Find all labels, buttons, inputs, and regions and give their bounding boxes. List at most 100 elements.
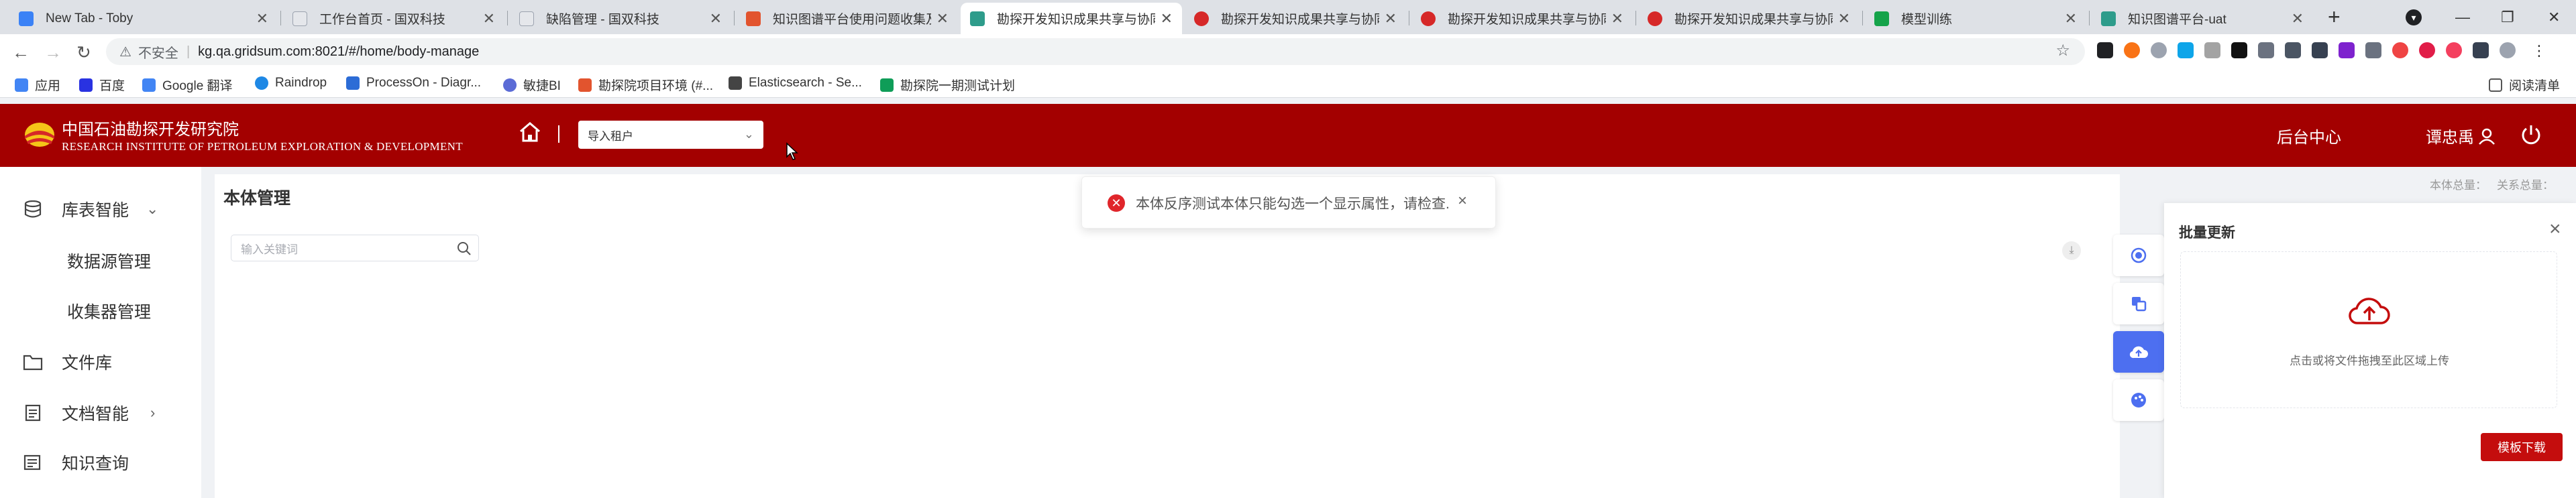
browser-tab[interactable]: New Tab - Toby ✕	[9, 3, 278, 34]
reload-icon[interactable]: ↻	[76, 42, 91, 63]
cnpc-favicon-icon	[1194, 11, 1209, 26]
bookmark-star-icon[interactable]: ☆	[2055, 41, 2070, 60]
bookmark-item[interactable]: Elasticsearch - Se...	[729, 76, 862, 90]
extension-icon[interactable]	[2124, 42, 2140, 58]
tab-divider	[1862, 11, 1863, 25]
copy-tool-button[interactable]	[2113, 283, 2164, 324]
extension-icon[interactable]	[2312, 42, 2328, 58]
bookmark-item[interactable]: Google 翻译	[142, 76, 233, 94]
browser-tab-active[interactable]: 勘探开发知识成果共享与协同... ✕	[961, 3, 1182, 34]
browser-tab[interactable]: 勘探开发知识成果共享与协同... ✕	[1185, 3, 1406, 34]
browser-tab[interactable]: 模型训练 ✕	[1865, 3, 2086, 34]
close-icon[interactable]: ×	[2549, 218, 2561, 241]
extension-icon[interactable]	[2097, 42, 2113, 58]
batch-update-panel: 批量更新 × 点击或将文件拖拽至此区域上传 模板下载	[2164, 203, 2576, 498]
extension-icon[interactable]	[2419, 42, 2435, 58]
close-tab-icon[interactable]: ✕	[936, 10, 949, 27]
tab-favicon-icon	[292, 11, 307, 26]
target-tool-button[interactable]	[2113, 235, 2164, 276]
close-tab-icon[interactable]: ✕	[1838, 10, 1850, 27]
browser-tab[interactable]: 勘探开发知识成果共享与协同... ✕	[1411, 3, 1633, 34]
puzzle-extensions-icon[interactable]	[2473, 42, 2489, 58]
close-tab-icon[interactable]: ✕	[256, 10, 268, 27]
bookmark-label: 敏捷BI	[523, 79, 561, 93]
tenant-select[interactable]: 导入租户 ⌄	[578, 121, 763, 149]
tab-divider	[280, 11, 281, 25]
bookmark-item[interactable]: 百度	[79, 76, 125, 94]
close-tab-icon[interactable]: ✕	[483, 10, 495, 27]
tab-search-icon[interactable]: ▾	[2406, 0, 2422, 34]
sidebar-item-datasource[interactable]: 数据源管理	[0, 241, 201, 281]
close-tab-icon[interactable]: ✕	[1385, 10, 1397, 27]
bookmark-item[interactable]: 勘探院项目环境 (#...	[578, 76, 713, 94]
sidebar-item-knowledge-query[interactable]: 知识查询	[0, 442, 201, 483]
tab-title: 知识图谱平台使用问题收集及...	[773, 13, 931, 27]
apps-grid-icon	[15, 78, 28, 92]
bi-icon	[503, 78, 517, 92]
search-input[interactable]: 输入关键词	[231, 235, 479, 261]
reading-list-icon	[2489, 78, 2502, 92]
forward-icon[interactable]: →	[44, 42, 62, 63]
tab-divider	[507, 11, 508, 25]
back-icon[interactable]: ←	[12, 42, 30, 63]
sidebar-item-table-intelligence[interactable]: 库表智能 ⌄	[0, 189, 201, 229]
notion-extension-icon[interactable]	[2231, 42, 2247, 58]
close-tab-icon[interactable]: ✕	[1161, 10, 1173, 27]
address-bar[interactable]: ⚠ 不安全 | kg.qa.gridsum.com:8021/#/home/bo…	[106, 38, 2085, 65]
tab-title: 勘探开发知识成果共享与协同...	[997, 13, 1155, 27]
close-tab-icon[interactable]: ✕	[2292, 10, 2304, 27]
document-icon	[25, 404, 41, 422]
sidebar-item-collector[interactable]: 收集器管理	[0, 291, 201, 331]
extension-icon[interactable]	[2258, 42, 2274, 58]
profile-avatar-icon[interactable]	[2500, 42, 2516, 58]
browser-tab[interactable]: 勘探开发知识成果共享与协同... ✕	[1638, 3, 1860, 34]
not-secure-icon: ⚠	[119, 44, 131, 60]
user-menu[interactable]: 谭忠禹	[2426, 124, 2496, 147]
palette-tool-button[interactable]	[2113, 379, 2164, 421]
extension-icon[interactable]	[2365, 42, 2381, 58]
browser-menu-icon[interactable]: ⋮	[2532, 42, 2548, 59]
extension-icon[interactable]	[2151, 42, 2167, 58]
close-tab-icon[interactable]: ✕	[710, 10, 722, 27]
bookmark-label: Elasticsearch - Se...	[749, 76, 862, 90]
home-icon[interactable]	[518, 120, 542, 144]
close-icon[interactable]: ×	[1458, 192, 1467, 210]
restore-icon[interactable]: ❐	[2501, 0, 2514, 34]
browser-tab[interactable]: 工作台首页 - 国双科技 ✕	[283, 3, 504, 34]
extension-icon[interactable]	[2204, 42, 2220, 58]
ontology-count-label: 本体总量：	[2430, 179, 2487, 192]
window-close-icon[interactable]: ✕	[2548, 0, 2560, 34]
tab-title: 知识图谱平台-uat	[2128, 13, 2226, 27]
bookmark-item[interactable]: 勘探院一期测试计划	[880, 76, 1015, 94]
extension-icon[interactable]	[2446, 42, 2462, 58]
new-tab-button[interactable]: +	[2328, 0, 2341, 34]
template-download-button[interactable]: 模板下载	[2481, 433, 2563, 461]
minimize-icon[interactable]: —	[2455, 0, 2470, 34]
chevron-down-icon: ⌄	[146, 200, 159, 217]
download-icon[interactable]: ⤓	[2062, 241, 2081, 260]
sidebar-item-file-library[interactable]: 文件库	[0, 342, 201, 382]
cloud-extension-icon[interactable]	[2285, 42, 2301, 58]
bookmark-item[interactable]: ProcessOn - Diagr...	[346, 76, 481, 90]
bookmark-item[interactable]: Raindrop	[255, 76, 327, 90]
cloud-upload-tool-button[interactable]	[2113, 331, 2164, 373]
close-tab-icon[interactable]: ✕	[2065, 10, 2077, 27]
bookmark-item[interactable]: 敏捷BI	[503, 76, 561, 94]
baidu-icon	[79, 78, 93, 92]
browser-tab[interactable]: 知识图谱平台使用问题收集及... ✕	[737, 3, 958, 34]
search-placeholder: 输入关键词	[241, 243, 298, 256]
browser-tab[interactable]: 缺陷管理 - 国双科技 ✕	[510, 3, 731, 34]
browser-tab[interactable]: 知识图谱平台-uat ✕	[2092, 3, 2313, 34]
bookmark-apps[interactable]: 应用	[15, 76, 60, 94]
extension-icon[interactable]	[2392, 42, 2408, 58]
logout-icon[interactable]	[2519, 123, 2543, 147]
backend-center-link[interactable]: 后台中心	[2277, 124, 2341, 147]
cloud-upload-icon	[2349, 298, 2390, 324]
sidebar-item-document-intelligence[interactable]: 文档智能 ›	[0, 393, 201, 433]
extension-icon[interactable]	[2339, 42, 2355, 58]
file-upload-dropzone[interactable]: 点击或将文件拖拽至此区域上传	[2180, 251, 2557, 408]
search-icon[interactable]	[457, 241, 472, 256]
reading-list[interactable]: 阅读清单	[2489, 76, 2560, 94]
extension-icon[interactable]	[2178, 42, 2194, 58]
close-tab-icon[interactable]: ✕	[1611, 10, 1623, 27]
